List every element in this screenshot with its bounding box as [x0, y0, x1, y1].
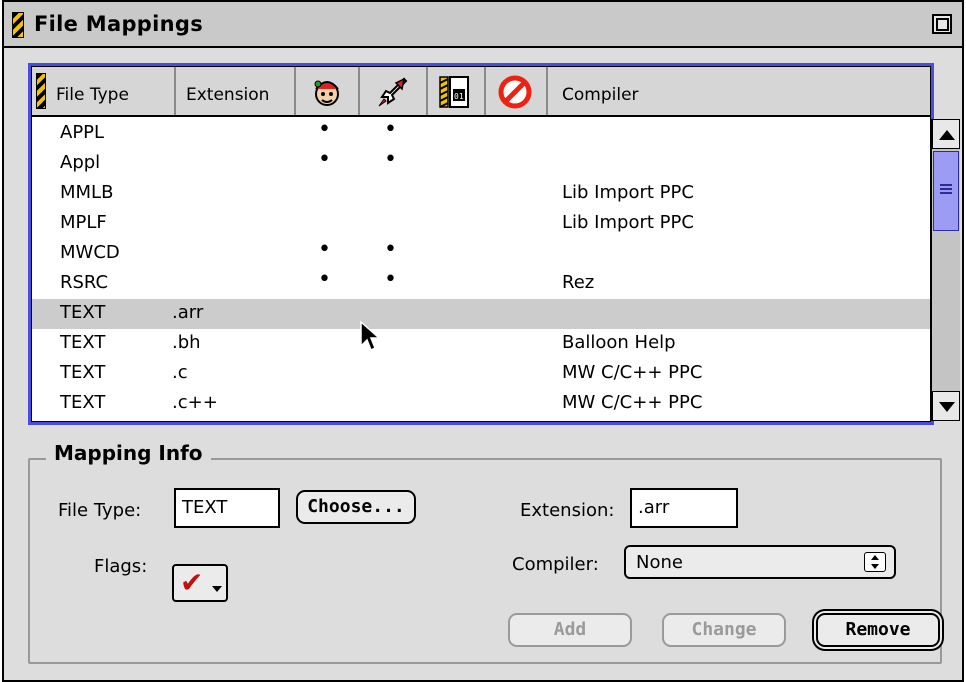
cell-compiler: Lib Import PPC — [562, 212, 694, 233]
window-title: File Mappings — [34, 12, 204, 36]
cell-flag-resource: • — [318, 119, 331, 142]
column-header-resource-flag[interactable] — [296, 67, 360, 115]
flags-label: Flags: — [94, 556, 148, 577]
zoom-box-icon[interactable] — [932, 14, 952, 34]
cell-file-type: MPLF — [60, 212, 107, 233]
scroll-grip-icon — [940, 184, 952, 196]
table-row[interactable]: MPLF Lib Import PPC — [32, 209, 930, 239]
flags-popup-button[interactable]: ✔ — [172, 564, 228, 602]
scroll-down-arrow-icon[interactable] — [932, 391, 960, 421]
resource-fork-icon — [314, 80, 339, 106]
compiler-label: Compiler: — [512, 554, 599, 575]
column-header-file-type[interactable]: File Type — [32, 67, 176, 115]
compiler-selected-value: None — [636, 552, 683, 573]
table-row[interactable]: TEXT .bh Balloon Help — [32, 329, 930, 359]
cell-flag-resource: • — [318, 267, 331, 292]
cell-compiler: Lib Import PPC — [562, 182, 694, 203]
change-button[interactable]: Change — [662, 613, 786, 647]
list-rows: APPL • • Appl • • MMLB Lib Import PPC MPLF Lib Im… — [32, 119, 932, 421]
scroll-thumb[interactable] — [933, 151, 959, 231]
scroll-up-arrow-icon[interactable] — [932, 119, 960, 149]
cell-extension: .bh — [172, 332, 201, 353]
column-header-label: Extension — [186, 85, 270, 105]
cell-flag-launch: • — [384, 147, 397, 172]
cell-file-type: TEXT — [60, 332, 106, 353]
precompile-file-icon: 01 — [439, 76, 469, 108]
table-row[interactable]: TEXT .arr — [32, 299, 930, 329]
cell-file-type: APPL — [60, 122, 105, 143]
cell-extension: .c — [172, 362, 188, 383]
cell-file-type: Appl — [60, 152, 101, 173]
cell-file-type: TEXT — [60, 392, 106, 413]
cell-compiler: Rez — [562, 272, 595, 293]
column-header-launch-flag[interactable] — [360, 67, 428, 115]
cell-compiler: Balloon Help — [562, 332, 676, 353]
svg-text:01: 01 — [454, 92, 464, 101]
remove-button[interactable]: Remove — [816, 613, 940, 647]
cell-file-type: TEXT — [60, 362, 106, 383]
cell-file-type: RSRC — [60, 272, 109, 293]
table-row[interactable]: TEXT .c++ MW C/C++ PPC — [32, 389, 930, 419]
compiler-popup-menu[interactable]: None — [624, 545, 896, 579]
cell-flag-launch: • — [384, 267, 397, 292]
popup-arrow-icon — [212, 586, 222, 592]
file-mappings-list[interactable]: File Type Extension 01 Compiler APPL • •… — [28, 63, 960, 425]
add-button[interactable]: Add — [508, 613, 632, 647]
table-row[interactable]: TEXT .c MW C/C++ PPC — [32, 359, 930, 389]
cell-flag-launch: • — [384, 237, 397, 262]
cell-file-type: MMLB — [60, 182, 114, 203]
mapping-info-title: Mapping Info — [46, 441, 211, 465]
choose-button[interactable]: Choose... — [296, 490, 416, 524]
launch-rocket-icon — [378, 77, 408, 107]
ignore-no-icon — [498, 75, 532, 109]
popup-updown-arrows-icon — [864, 552, 886, 572]
column-header-label: Compiler — [562, 85, 639, 105]
table-row[interactable]: MWCD • • — [32, 237, 930, 269]
cell-compiler: MW C/C++ PPC — [562, 362, 703, 383]
column-header-precompile-flag[interactable]: 01 — [428, 67, 486, 115]
column-header-label: File Type — [56, 85, 129, 105]
cell-flag-resource: • — [318, 147, 331, 172]
file-mappings-window: File Mappings File Type Extension 01 Com… — [2, 0, 964, 682]
table-row[interactable]: APPL • • — [32, 119, 930, 149]
extension-field[interactable]: .arr — [630, 488, 738, 528]
cell-extension: .c++ — [172, 392, 218, 413]
file-type-field[interactable]: TEXT — [174, 488, 280, 528]
column-header-compiler[interactable]: Compiler — [548, 67, 930, 115]
mouse-pointer-icon — [360, 320, 381, 352]
cell-file-type: TEXT — [60, 302, 106, 323]
cell-flag-launch: • — [384, 119, 397, 142]
cell-extension: .arr — [172, 302, 204, 323]
cell-flag-resource: • — [318, 237, 331, 262]
table-row[interactable]: RSRC • • Rez — [32, 267, 930, 299]
column-header-extension[interactable]: Extension — [176, 67, 296, 115]
column-header-ignore-flag[interactable] — [486, 67, 548, 115]
vertical-scrollbar[interactable] — [930, 119, 960, 421]
table-row[interactable]: Appl • • — [32, 147, 930, 179]
cell-file-type: MWCD — [60, 242, 120, 263]
list-header: File Type Extension 01 Compiler — [32, 67, 930, 117]
title-bar[interactable]: File Mappings — [4, 0, 962, 48]
table-row[interactable]: MMLB Lib Import PPC — [32, 179, 930, 209]
extension-label: Extension: — [520, 500, 615, 521]
window-drag-stripe[interactable] — [12, 12, 24, 38]
cell-compiler: MW C/C++ PPC — [562, 392, 703, 413]
checkmark-icon: ✔ — [180, 566, 204, 599]
column-stripe-icon — [36, 73, 46, 109]
file-type-label: File Type: — [58, 500, 142, 521]
